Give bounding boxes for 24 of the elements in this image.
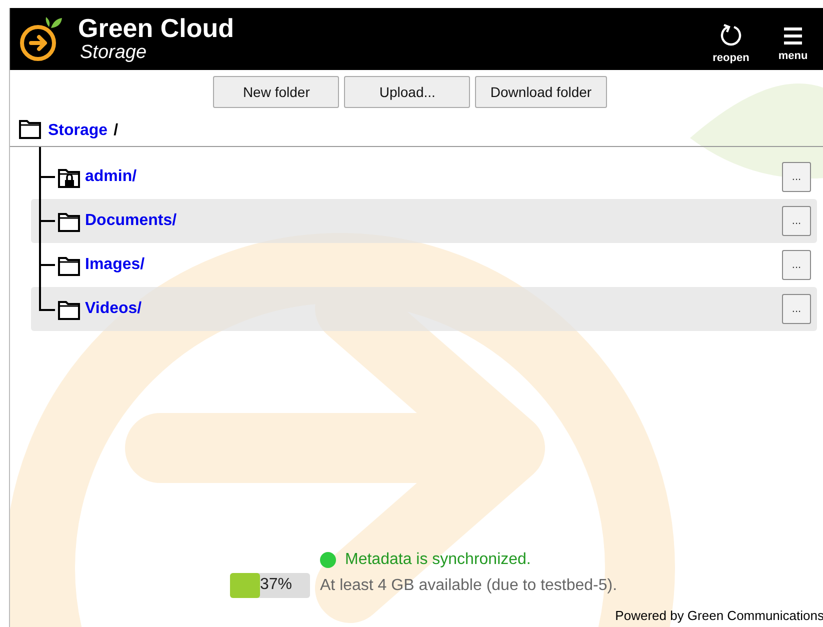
toolbar-button[interactable]: New folder (213, 76, 340, 108)
sync-status: Metadata is synchronized. (345, 551, 531, 569)
folder-link[interactable]: admin/ (85, 168, 778, 186)
folder-link[interactable]: Images/ (85, 256, 778, 274)
refresh-icon (719, 24, 743, 48)
breadcrumb-link[interactable]: Storage (48, 122, 108, 140)
more-button[interactable]: ... (782, 250, 811, 280)
reopen-button[interactable]: reopen (706, 24, 756, 64)
storage-available: At least 4 GB available (due to testbed-5). (320, 576, 618, 594)
more-button[interactable]: ... (782, 294, 811, 324)
more-button[interactable]: ... (782, 206, 811, 236)
menu-button[interactable]: menu (768, 26, 818, 62)
breadcrumb-separator: / (114, 122, 118, 140)
tree-connector (39, 199, 55, 243)
folder-link[interactable]: Videos/ (85, 300, 778, 318)
more-button[interactable]: ... (782, 162, 811, 192)
menu-icon (783, 26, 803, 46)
app-title: Green Cloud (78, 14, 236, 42)
page-subtitle: Storage (80, 42, 148, 64)
progress-reading: 37% (260, 576, 292, 594)
toolbar-button[interactable]: Download folder (475, 76, 607, 108)
folder-link[interactable]: Documents/ (85, 212, 778, 230)
tree-connector (39, 147, 55, 199)
toolbar-button[interactable]: Upload... (344, 76, 470, 108)
